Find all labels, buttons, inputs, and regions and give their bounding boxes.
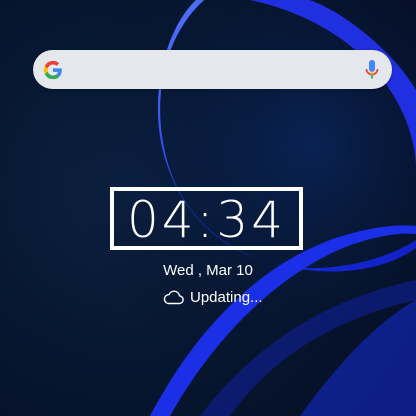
home-screen: 04:34 Wed , Mar 10 Updating...: [0, 0, 416, 416]
cloud-icon: [163, 290, 184, 305]
microphone-icon[interactable]: [364, 59, 380, 81]
date-label[interactable]: Wed , Mar 10: [0, 262, 416, 279]
google-search-bar[interactable]: [33, 50, 392, 89]
clock-time: 04:34: [126, 190, 287, 249]
google-g-icon: [43, 60, 62, 80]
clock-widget[interactable]: 04:34: [110, 187, 303, 250]
weather-status: Updating...: [190, 288, 263, 306]
weather-widget[interactable]: Updating...: [162, 287, 263, 307]
